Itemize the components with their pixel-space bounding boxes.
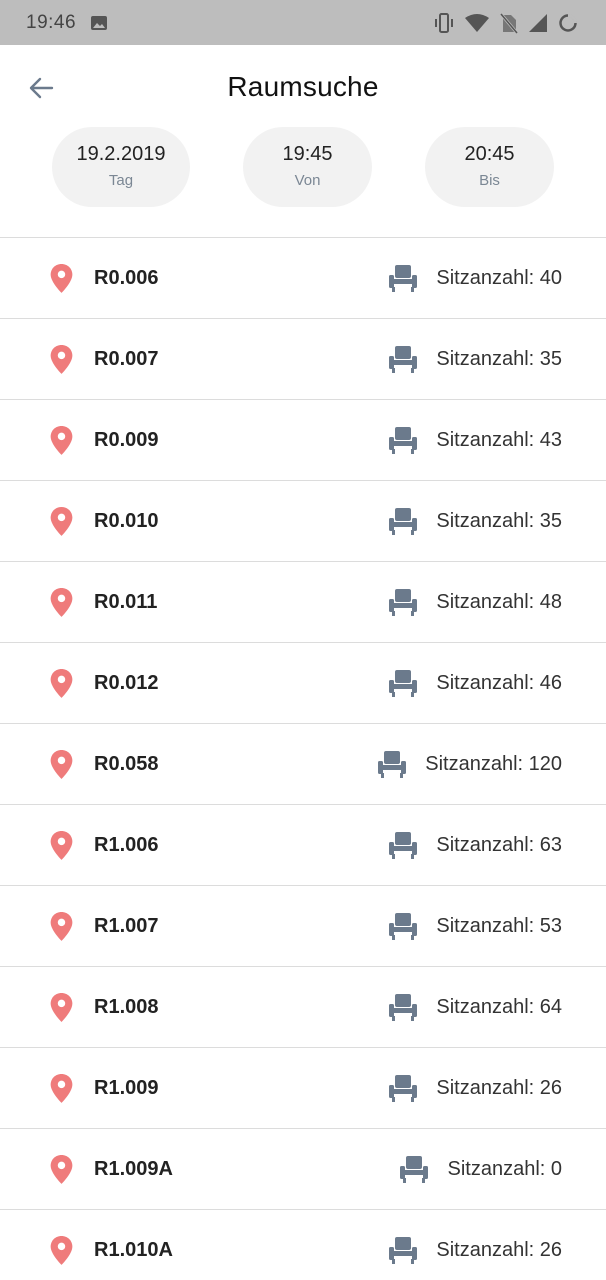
location-pin-icon bbox=[50, 426, 73, 455]
seat-info: Sitzanzahl: 35 bbox=[388, 481, 562, 561]
loading-icon bbox=[558, 13, 578, 33]
page-title: Raumsuche bbox=[227, 71, 379, 102]
location-pin-icon bbox=[50, 1074, 73, 1103]
chair-icon bbox=[389, 832, 418, 859]
seat-count: Sitzanzahl: 26 bbox=[436, 1076, 562, 1099]
chair-icon bbox=[389, 427, 418, 454]
vibrate-icon bbox=[434, 12, 454, 34]
seat-count: Sitzanzahl: 35 bbox=[436, 347, 562, 370]
room-name: R1.007 bbox=[94, 915, 159, 937]
room-name: R0.010 bbox=[94, 510, 159, 532]
location-pin-icon bbox=[50, 507, 73, 536]
seat-info: Sitzanzahl: 35 bbox=[388, 319, 562, 399]
location-pin-icon bbox=[50, 588, 73, 617]
room-row[interactable]: R1.008 Sitzanzahl: 64 bbox=[0, 967, 606, 1048]
location-pin-icon bbox=[50, 264, 73, 293]
wifi-icon bbox=[464, 13, 490, 33]
day-value: 19.2.2019 bbox=[76, 143, 166, 165]
room-row[interactable]: R0.009 Sitzanzahl: 43 bbox=[0, 400, 606, 481]
room-row[interactable]: R0.011 Sitzanzahl: 48 bbox=[0, 562, 606, 643]
location-pin-icon bbox=[50, 993, 73, 1022]
room-row[interactable]: R0.012 Sitzanzahl: 46 bbox=[0, 643, 606, 724]
seat-info: Sitzanzahl: 48 bbox=[388, 562, 562, 642]
chair-icon bbox=[389, 1237, 418, 1264]
chair-icon bbox=[389, 994, 418, 1021]
seat-info: Sitzanzahl: 53 bbox=[388, 886, 562, 966]
to-time-label: Bis bbox=[479, 172, 500, 189]
to-time-chip[interactable]: 20:45 Bis bbox=[425, 127, 554, 207]
chair-icon bbox=[389, 346, 418, 373]
room-row[interactable]: R1.010A Sitzanzahl: 26 bbox=[0, 1210, 606, 1280]
seat-info: Sitzanzahl: 63 bbox=[388, 805, 562, 885]
room-row[interactable]: R1.006 Sitzanzahl: 63 bbox=[0, 805, 606, 886]
room-row[interactable]: R1.009A Sitzanzahl: 0 bbox=[0, 1129, 606, 1210]
location-pin-icon bbox=[50, 1155, 73, 1184]
seat-count: Sitzanzahl: 64 bbox=[436, 995, 562, 1018]
chair-icon bbox=[389, 1075, 418, 1102]
room-name: R1.009 bbox=[94, 1077, 159, 1099]
seat-info: Sitzanzahl: 40 bbox=[388, 238, 562, 318]
seat-info: Sitzanzahl: 26 bbox=[388, 1048, 562, 1128]
location-pin-icon bbox=[50, 1236, 73, 1265]
seat-info: Sitzanzahl: 0 bbox=[399, 1129, 562, 1209]
seat-count: Sitzanzahl: 35 bbox=[436, 509, 562, 532]
room-name: R0.012 bbox=[94, 672, 159, 694]
chair-icon bbox=[389, 265, 418, 292]
room-name: R0.058 bbox=[94, 753, 159, 775]
room-name: R1.006 bbox=[94, 834, 159, 856]
filter-bar: 19.2.2019 Tag 19:45 Von 20:45 Bis bbox=[0, 127, 606, 207]
chair-icon bbox=[389, 913, 418, 940]
chair-icon bbox=[400, 1156, 429, 1183]
seat-count: Sitzanzahl: 40 bbox=[436, 266, 562, 289]
room-row[interactable]: R0.010 Sitzanzahl: 35 bbox=[0, 481, 606, 562]
seat-count: Sitzanzahl: 48 bbox=[436, 590, 562, 613]
seat-count: Sitzanzahl: 46 bbox=[436, 671, 562, 694]
room-row[interactable]: R0.006 Sitzanzahl: 40 bbox=[0, 238, 606, 319]
chair-icon bbox=[389, 589, 418, 616]
room-name: R1.009A bbox=[94, 1158, 173, 1180]
from-time-label: Von bbox=[294, 172, 321, 189]
seat-count: Sitzanzahl: 63 bbox=[436, 833, 562, 856]
chair-icon bbox=[389, 670, 418, 697]
seat-count: Sitzanzahl: 43 bbox=[436, 428, 562, 451]
signal-icon bbox=[528, 13, 548, 33]
room-name: R0.006 bbox=[94, 267, 159, 289]
location-pin-icon bbox=[50, 669, 73, 698]
room-row[interactable]: R0.058 Sitzanzahl: 120 bbox=[0, 724, 606, 805]
no-sim-icon bbox=[500, 12, 518, 34]
location-pin-icon bbox=[50, 750, 73, 779]
seat-count: Sitzanzahl: 120 bbox=[425, 752, 562, 775]
chair-icon bbox=[378, 751, 407, 778]
room-name: R0.011 bbox=[94, 591, 158, 613]
room-name: R1.008 bbox=[94, 996, 159, 1018]
day-chip[interactable]: 19.2.2019 Tag bbox=[52, 127, 190, 207]
room-row[interactable]: R0.007 Sitzanzahl: 35 bbox=[0, 319, 606, 400]
location-pin-icon bbox=[50, 912, 73, 941]
location-pin-icon bbox=[50, 831, 73, 860]
day-label: Tag bbox=[108, 172, 134, 189]
status-bar: 19:46 bbox=[0, 0, 606, 45]
room-list: R0.006 Sitzanzahl: 40 R0.007 Sitzanzahl:… bbox=[0, 237, 606, 1280]
seat-info: Sitzanzahl: 120 bbox=[377, 724, 562, 804]
chair-icon bbox=[389, 508, 418, 535]
room-name: R0.009 bbox=[94, 429, 159, 451]
room-row[interactable]: R1.007 Sitzanzahl: 53 bbox=[0, 886, 606, 967]
from-time-chip[interactable]: 19:45 Von bbox=[243, 127, 372, 207]
seat-info: Sitzanzahl: 26 bbox=[388, 1210, 562, 1280]
status-time: 19:46 bbox=[26, 11, 77, 33]
app-bar: Raumsuche bbox=[0, 45, 606, 129]
room-row[interactable]: R1.009 Sitzanzahl: 26 bbox=[0, 1048, 606, 1129]
seat-count: Sitzanzahl: 53 bbox=[436, 914, 562, 937]
seat-info: Sitzanzahl: 46 bbox=[388, 643, 562, 723]
room-name: R1.010A bbox=[94, 1239, 173, 1261]
seat-info: Sitzanzahl: 64 bbox=[388, 967, 562, 1047]
seat-info: Sitzanzahl: 43 bbox=[388, 400, 562, 480]
to-time-value: 20:45 bbox=[464, 143, 515, 165]
location-pin-icon bbox=[50, 345, 73, 374]
seat-count: Sitzanzahl: 26 bbox=[436, 1238, 562, 1261]
room-name: R0.007 bbox=[94, 348, 159, 370]
seat-count: Sitzanzahl: 0 bbox=[447, 1157, 562, 1180]
image-icon bbox=[90, 14, 108, 32]
from-time-value: 19:45 bbox=[282, 143, 333, 165]
